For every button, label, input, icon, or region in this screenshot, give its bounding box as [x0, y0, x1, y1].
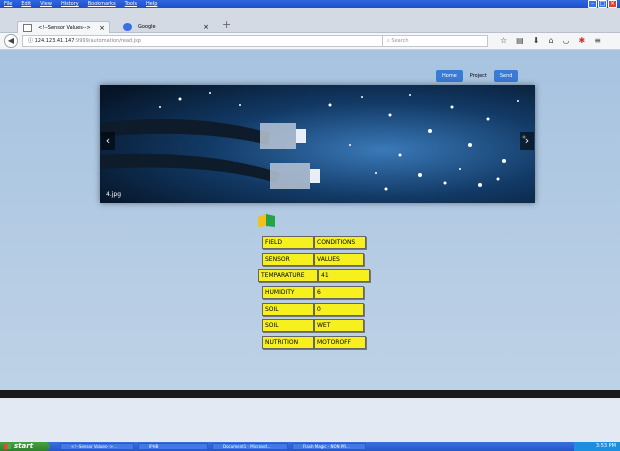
- search-placeholder: Search: [391, 38, 409, 44]
- chevron-right-icon[interactable]: ›: [520, 132, 534, 150]
- tab-sensor-values[interactable]: <!--Sensor Values--> ×: [17, 21, 110, 33]
- close-window-icon[interactable]: ×: [608, 0, 617, 8]
- search-icon: ⌕: [387, 38, 390, 44]
- windows-logo-icon: [4, 444, 11, 449]
- home-icon[interactable]: ⌂: [548, 35, 553, 47]
- window-titlebar: File Edit View History Bookmarks Tools H…: [0, 0, 620, 8]
- carousel-image: [100, 85, 535, 203]
- field-label: SENSOR: [262, 253, 314, 266]
- menu-view[interactable]: View: [40, 0, 52, 8]
- system-tray: 3:53 PM: [574, 442, 620, 451]
- menu-history[interactable]: History: [61, 0, 79, 8]
- url-path: :9999/automation/read.jsp: [74, 38, 141, 44]
- tab-google[interactable]: Google ×: [118, 21, 213, 33]
- windows-taskbar: start <!--Sensor Values-->... IPHB Docum…: [0, 442, 620, 451]
- site-nav: Home Project Send: [436, 70, 519, 82]
- page-footer-bar: [0, 390, 620, 398]
- field-label: SOIL: [262, 319, 314, 332]
- project-link[interactable]: Project: [467, 70, 490, 82]
- field-label: NUTRITION: [262, 336, 314, 349]
- minimize-icon[interactable]: –: [588, 0, 597, 8]
- info-icon[interactable]: ⓘ: [28, 38, 33, 44]
- new-tab-icon[interactable]: +: [222, 19, 231, 31]
- field-label: HUMIDITY: [262, 286, 314, 299]
- field-label: FIELD: [262, 236, 314, 249]
- menu-bookmarks[interactable]: Bookmarks: [88, 0, 116, 8]
- web-page: Home Project Send ‹ › 4.jpg FIELD CONDIT…: [0, 50, 620, 390]
- start-label: start: [14, 442, 34, 450]
- field-value: CONDITIONS: [314, 236, 366, 249]
- home-button[interactable]: Home: [436, 70, 463, 82]
- extension-icon[interactable]: ✱: [579, 35, 586, 47]
- menu-edit[interactable]: Edit: [21, 0, 31, 8]
- reading-list-icon[interactable]: ▤: [516, 35, 524, 47]
- back-button[interactable]: ◀: [4, 34, 18, 48]
- table-row: TEMPARATURE 41: [258, 269, 370, 282]
- carousel-caption: 4.jpg: [106, 191, 122, 198]
- book-icon: [258, 214, 275, 227]
- start-button[interactable]: start: [0, 442, 50, 451]
- field-value: WET: [314, 319, 364, 332]
- taskbar-item-flash-magic[interactable]: Flash Magic - NON PR...: [292, 443, 366, 450]
- field-label: SOIL: [262, 303, 314, 316]
- image-carousel: ‹ › 4.jpg: [100, 85, 535, 203]
- field-value: 41: [318, 269, 370, 282]
- table-row: FIELD CONDITIONS: [262, 236, 366, 249]
- taskbar-item-word[interactable]: Document1 - Microsof...: [212, 443, 288, 450]
- tab-label: Google: [138, 24, 156, 30]
- google-icon: [123, 23, 132, 31]
- taskbar-item-browser[interactable]: <!--Sensor Values-->...: [60, 443, 134, 450]
- toolbar-icons: ☆ ▤ ⬇ ⌂ ◡ ✱ ≡: [500, 35, 601, 47]
- field-value: VALUES: [314, 253, 364, 266]
- taskbar-item-folder[interactable]: IPHB: [138, 443, 208, 450]
- field-value: 0: [314, 303, 364, 316]
- chevron-left-icon[interactable]: ‹: [101, 132, 115, 150]
- menu-help[interactable]: Help: [146, 0, 157, 8]
- search-input[interactable]: ⌕ Search: [382, 35, 488, 47]
- page-icon: [23, 24, 32, 32]
- table-row: SENSOR VALUES: [262, 253, 364, 266]
- maximize-icon[interactable]: □: [598, 0, 607, 8]
- window-controls: – □ ×: [588, 0, 617, 8]
- hamburger-menu-icon[interactable]: ≡: [594, 35, 601, 47]
- field-value: MOTOROFF: [314, 336, 366, 349]
- url-bar[interactable]: ⓘ 124.123.41.147:9999/automation/read.js…: [22, 35, 392, 47]
- menu-file[interactable]: File: [4, 0, 12, 8]
- table-row: SOIL WET: [262, 319, 364, 332]
- table-row: HUMIDITY 6: [262, 286, 364, 299]
- table-row: SOIL 0: [262, 303, 364, 316]
- download-icon[interactable]: ⬇: [533, 35, 540, 47]
- navigation-bar: ◀ ⓘ 124.123.41.147:9999/automation/read.…: [0, 33, 620, 50]
- url-host: 124.123.41.147: [34, 38, 75, 44]
- field-label: TEMPARATURE: [258, 269, 318, 282]
- menu-bar: File Edit View History Bookmarks Tools H…: [4, 0, 157, 8]
- clock[interactable]: 3:53 PM: [596, 443, 616, 449]
- close-tab-icon[interactable]: ×: [203, 21, 209, 33]
- send-button[interactable]: Send: [493, 70, 519, 82]
- tab-bar: <!--Sensor Values--> × Google × +: [0, 8, 620, 33]
- bookmark-star-icon[interactable]: ☆: [500, 35, 507, 47]
- menu-tools[interactable]: Tools: [125, 0, 137, 8]
- tab-label: <!--Sensor Values-->: [38, 25, 91, 31]
- field-value: 6: [314, 286, 364, 299]
- pocket-icon[interactable]: ◡: [563, 35, 570, 47]
- table-row: NUTRITION MOTOROFF: [262, 336, 366, 349]
- page-bottom-area: [0, 398, 620, 442]
